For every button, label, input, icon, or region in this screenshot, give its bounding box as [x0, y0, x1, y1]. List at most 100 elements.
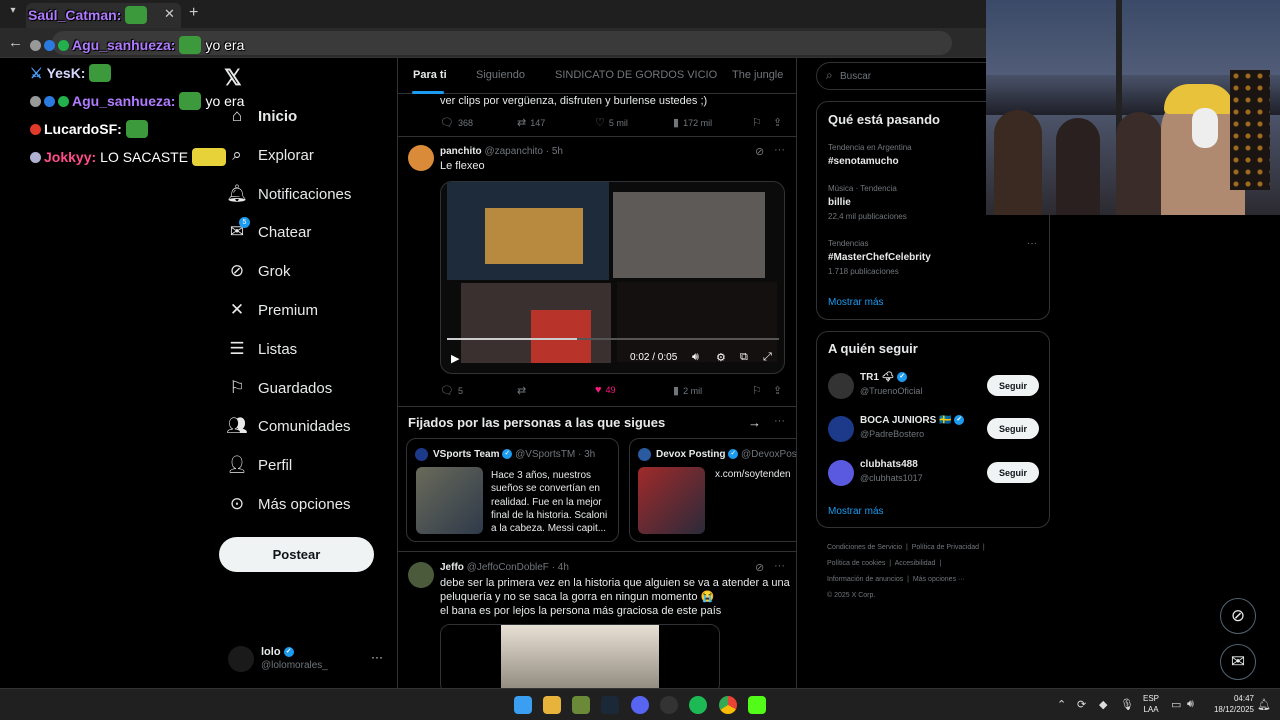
language-indicator[interactable]: ESP LAA	[1143, 693, 1159, 715]
account-switcher[interactable]: lolo ✓ @lolomorales_ ···	[226, 644, 386, 674]
x-logo-icon[interactable]: 𝕏	[224, 65, 242, 91]
clock[interactable]: 04:47 18/12/2025	[1206, 693, 1254, 715]
footer-link[interactable]: Información de anuncios	[827, 576, 903, 583]
tab-search-icon[interactable]: ▾	[5, 5, 21, 21]
settings-icon[interactable]: ⚙	[716, 351, 726, 364]
avatar[interactable]	[828, 373, 854, 399]
author-handle[interactable]: @JeffoConDobleF	[467, 562, 549, 573]
more-icon[interactable]: ···	[1027, 238, 1037, 249]
nav-item-lists[interactable]: ☰ Listas	[226, 336, 297, 362]
share-button[interactable]: ⇪	[773, 384, 782, 397]
author-name[interactable]: panchito	[440, 146, 482, 157]
like-button[interactable]: ♥ 49	[595, 384, 616, 396]
arrow-right-icon[interactable]: →	[748, 415, 761, 430]
file-explorer-icon[interactable]	[543, 696, 561, 714]
spotify-icon[interactable]	[689, 696, 707, 714]
timeline-tabs: Para ti Siguiendo SINDICATO DE GORDOS VI…	[398, 58, 796, 94]
tab-for-you[interactable]: Para ti	[413, 69, 447, 81]
tab-following[interactable]: Siguiendo	[476, 69, 525, 81]
grok-icon[interactable]: ⊘	[755, 145, 764, 158]
obs-icon[interactable]	[660, 696, 678, 714]
grok-icon[interactable]: ⊘	[755, 561, 764, 574]
shield-icon[interactable]: ◆	[1099, 698, 1107, 711]
follow-button[interactable]: Seguir	[987, 462, 1039, 483]
retweet-button[interactable]: ⇄	[517, 384, 530, 397]
share-button[interactable]: ⇪	[773, 116, 782, 129]
kick-icon[interactable]	[748, 696, 766, 714]
footer-link[interactable]: Más opciones ···	[913, 576, 965, 583]
video-player[interactable]: ▶ 0:02 / 0:05 🔊︎ ⚙ ⧉ ⤢	[440, 181, 785, 374]
avatar[interactable]	[408, 145, 434, 171]
nav-item-bookmarks[interactable]: ⚐ Guardados	[226, 375, 332, 401]
pip-icon[interactable]: ⧉	[740, 351, 748, 364]
play-icon[interactable]: ▶	[451, 352, 459, 365]
tab-list-sindicato[interactable]: SINDICATO DE GORDOS VICIO	[555, 69, 717, 81]
pinned-card[interactable]: Devox Posting ✓ @DevoxPos x.com/soytende…	[629, 438, 796, 542]
follow-button[interactable]: Seguir	[987, 375, 1039, 396]
more-icon[interactable]: ···	[774, 144, 785, 156]
follow-name[interactable]: clubhats488	[860, 459, 918, 470]
trend-name[interactable]: billie	[828, 197, 851, 208]
nav-item-more[interactable]: ⊙ Más opciones	[226, 491, 351, 517]
footer-link[interactable]: Condiciones de Servicio	[827, 544, 902, 551]
follow-name[interactable]: TR1 🌩 ✓	[860, 372, 908, 383]
show-more-link[interactable]: Mostrar más	[828, 506, 884, 517]
tab-list-jungle[interactable]: The jungle	[732, 69, 783, 81]
volume-icon[interactable]: 🔊︎	[1187, 698, 1194, 711]
close-tab-icon[interactable]: ✕	[164, 6, 175, 22]
follow-handle: @PadreBostero	[860, 429, 925, 439]
steam-icon[interactable]	[601, 696, 619, 714]
reply-button[interactable]: 🗨︎ 368	[440, 116, 473, 129]
nav-item-communities[interactable]: 👥︎ Comunidades	[226, 413, 350, 439]
author-name[interactable]: Jeffo	[440, 562, 464, 573]
show-more-link[interactable]: Mostrar más	[828, 297, 884, 308]
nav-item-explore[interactable]: ⌕ Explorar	[226, 142, 314, 168]
follow-button[interactable]: Seguir	[987, 418, 1039, 439]
views-button[interactable]: ▮ 2 mil	[673, 384, 702, 397]
start-icon[interactable]	[514, 696, 532, 714]
nav-item-profile[interactable]: 👤︎ Perfil	[226, 452, 292, 478]
trend-name[interactable]: #senotamucho	[828, 156, 899, 167]
discord-icon[interactable]	[631, 696, 649, 714]
app-icon[interactable]	[572, 696, 590, 714]
post-button[interactable]: Postear	[219, 537, 374, 572]
more-icon[interactable]: ···	[371, 650, 383, 664]
more-icon[interactable]: ···	[774, 415, 785, 427]
bookmark-button[interactable]: ⚐	[752, 384, 762, 397]
footer-link[interactable]: Política de Privacidad	[912, 544, 979, 551]
avatar[interactable]	[828, 460, 854, 486]
avatar[interactable]	[408, 562, 434, 588]
chevron-up-icon[interactable]: ⌃	[1057, 698, 1066, 711]
pinned-card[interactable]: VSports Team ✓ @VSportsTM · 3h Hace 3 añ…	[406, 438, 619, 542]
reply-button[interactable]: 🗨︎ 5	[440, 384, 463, 397]
chrome-icon[interactable]	[719, 696, 737, 714]
tweet-media[interactable]	[440, 624, 720, 688]
follow-handle: @clubhats1017	[860, 473, 923, 483]
follow-name[interactable]: BOCA JUNIORS 🇸🇪 ✓	[860, 415, 965, 426]
nav-item-notifications[interactable]: 🔔︎ Notificaciones	[226, 181, 351, 207]
nav-item-chat[interactable]: ✉ 5 Chatear	[226, 217, 311, 245]
notification-icon[interactable]: 🔔︎	[1257, 698, 1271, 711]
footer-link[interactable]: Política de cookies	[827, 560, 885, 567]
bookmark-button[interactable]: ⚐	[752, 116, 762, 129]
more-icon[interactable]: ···	[774, 560, 785, 572]
avatar[interactable]	[828, 416, 854, 442]
volume-icon[interactable]: 🔊︎	[692, 351, 699, 364]
retweet-button[interactable]: ⇄ 147	[517, 116, 545, 129]
nav-item-premium[interactable]: ✕ Premium	[226, 297, 318, 323]
back-icon[interactable]: ←	[8, 34, 23, 51]
grok-float-button[interactable]: ⊘	[1220, 598, 1256, 634]
new-tab-icon[interactable]: +	[189, 4, 198, 22]
messages-float-button[interactable]: ✉	[1220, 644, 1256, 680]
network-icon[interactable]: ▭	[1171, 698, 1181, 711]
like-button[interactable]: ♡ 5 mil	[595, 116, 628, 129]
fullscreen-icon[interactable]: ⤢	[763, 351, 772, 364]
search-input[interactable]: Buscar	[840, 71, 871, 82]
nav-item-grok[interactable]: ⊘ Grok	[226, 258, 291, 284]
sync-icon[interactable]: ⟳	[1077, 698, 1086, 711]
trend-name[interactable]: #MasterChefCelebrity	[828, 252, 931, 263]
views-button[interactable]: ▮ 172 mil	[673, 116, 712, 129]
microphone-icon[interactable]: 🎙︎	[1120, 698, 1134, 711]
footer-link[interactable]: Accesibilidad	[895, 560, 936, 567]
author-handle[interactable]: @zapanchito	[484, 146, 543, 157]
